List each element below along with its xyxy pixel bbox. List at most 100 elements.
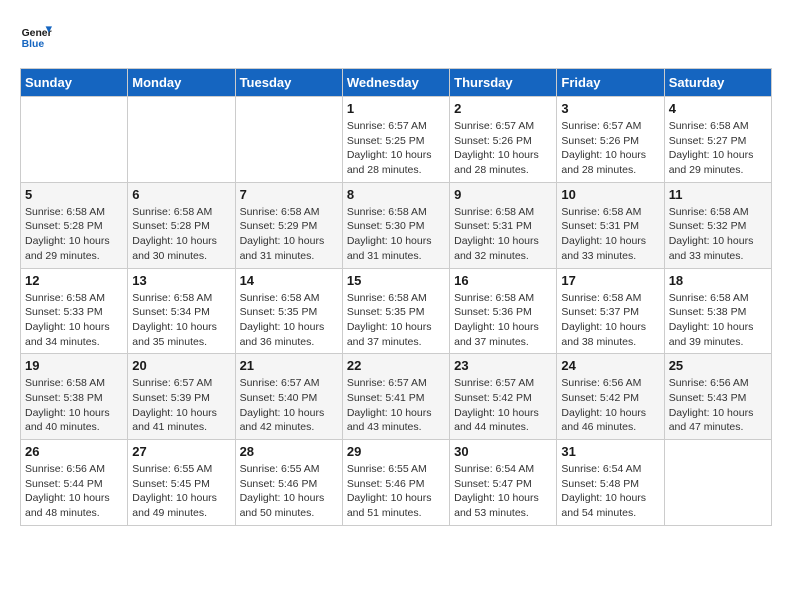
day-info: Sunrise: 6:58 AMSunset: 5:27 PMDaylight:… xyxy=(669,119,767,178)
day-info: Sunrise: 6:57 AMSunset: 5:40 PMDaylight:… xyxy=(240,376,338,435)
calendar-week-row: 19 Sunrise: 6:58 AMSunset: 5:38 PMDayligh… xyxy=(21,354,772,440)
day-info: Sunrise: 6:57 AMSunset: 5:41 PMDaylight:… xyxy=(347,376,445,435)
calendar-cell: 12Sunrise: 6:58 AMSunset: 5:33 PMDayligh… xyxy=(21,268,128,354)
calendar-cell xyxy=(235,97,342,183)
calendar-cell: 16 Sunrise: 6:58 AMSunset: 5:36 PMDayligh… xyxy=(450,268,557,354)
weekday-header: Saturday xyxy=(664,69,771,97)
day-info: Sunrise: 6:55 AMSunset: 5:46 PMDaylight:… xyxy=(240,462,338,521)
calendar-cell: 19 Sunrise: 6:58 AMSunset: 5:38 PMDayligh… xyxy=(21,354,128,440)
calendar-cell: 11 Sunrise: 6:58 AMSunset: 5:32 PMDayligh… xyxy=(664,182,771,268)
page-header: General Blue xyxy=(20,20,772,52)
day-info: Sunrise: 6:58 AMSunset: 5:35 PMDaylight:… xyxy=(240,291,338,350)
calendar-cell: 20 Sunrise: 6:57 AMSunset: 5:39 PMDayligh… xyxy=(128,354,235,440)
calendar-cell: 2 Sunrise: 6:57 AMSunset: 5:26 PMDaylight… xyxy=(450,97,557,183)
day-info: Sunrise: 6:57 AMSunset: 5:39 PMDaylight:… xyxy=(132,376,230,435)
day-number: 22 xyxy=(347,358,445,373)
day-number: 19 xyxy=(25,358,123,373)
day-info: Sunrise: 6:58 AMSunset: 5:35 PMDaylight:… xyxy=(347,291,445,350)
day-number: 5 xyxy=(25,187,123,202)
calendar-cell: 10 Sunrise: 6:58 AMSunset: 5:31 PMDayligh… xyxy=(557,182,664,268)
weekday-header: Monday xyxy=(128,69,235,97)
calendar-cell: 23 Sunrise: 6:57 AMSunset: 5:42 PMDayligh… xyxy=(450,354,557,440)
calendar-week-row: 26 Sunrise: 6:56 AMSunset: 5:44 PMDayligh… xyxy=(21,440,772,526)
day-number: 12 xyxy=(25,273,123,288)
day-info: Sunrise: 6:58 AMSunset: 5:31 PMDaylight:… xyxy=(561,205,659,264)
calendar-cell: 25 Sunrise: 6:56 AMSunset: 5:43 PMDayligh… xyxy=(664,354,771,440)
day-info: Sunrise: 6:58 AMSunset: 5:31 PMDaylight:… xyxy=(454,205,552,264)
day-number: 10 xyxy=(561,187,659,202)
day-info: Sunrise: 6:57 AMSunset: 5:26 PMDaylight:… xyxy=(561,119,659,178)
day-info: Sunrise: 6:56 AMSunset: 5:43 PMDaylight:… xyxy=(669,376,767,435)
weekday-header: Sunday xyxy=(21,69,128,97)
calendar-cell: 30 Sunrise: 6:54 AMSunset: 5:47 PMDayligh… xyxy=(450,440,557,526)
calendar-cell: 29Sunrise: 6:55 AMSunset: 5:46 PMDayligh… xyxy=(342,440,449,526)
day-info: Sunrise: 6:57 AMSunset: 5:42 PMDaylight:… xyxy=(454,376,552,435)
day-number: 15 xyxy=(347,273,445,288)
calendar-cell: 5Sunrise: 6:58 AMSunset: 5:28 PMDaylight… xyxy=(21,182,128,268)
day-number: 24 xyxy=(561,358,659,373)
calendar-cell: 9 Sunrise: 6:58 AMSunset: 5:31 PMDaylight… xyxy=(450,182,557,268)
day-number: 4 xyxy=(669,101,767,116)
calendar-cell: 22 Sunrise: 6:57 AMSunset: 5:41 PMDayligh… xyxy=(342,354,449,440)
calendar-cell: 3 Sunrise: 6:57 AMSunset: 5:26 PMDaylight… xyxy=(557,97,664,183)
day-info: Sunrise: 6:56 AMSunset: 5:44 PMDaylight:… xyxy=(25,462,123,521)
calendar-table: SundayMondayTuesdayWednesdayThursdayFrid… xyxy=(20,68,772,526)
day-number: 13 xyxy=(132,273,230,288)
calendar-cell xyxy=(664,440,771,526)
calendar-cell: 4 Sunrise: 6:58 AMSunset: 5:27 PMDaylight… xyxy=(664,97,771,183)
calendar-cell: 31Sunrise: 6:54 AMSunset: 5:48 PMDayligh… xyxy=(557,440,664,526)
day-number: 28 xyxy=(240,444,338,459)
calendar-cell: 13 Sunrise: 6:58 AMSunset: 5:34 PMDayligh… xyxy=(128,268,235,354)
day-info: Sunrise: 6:58 AMSunset: 5:38 PMDaylight:… xyxy=(25,376,123,435)
logo-icon: General Blue xyxy=(20,20,52,52)
day-number: 8 xyxy=(347,187,445,202)
day-info: Sunrise: 6:57 AMSunset: 5:25 PMDaylight:… xyxy=(347,119,445,178)
day-number: 26 xyxy=(25,444,123,459)
calendar-cell: 8 Sunrise: 6:58 AMSunset: 5:30 PMDaylight… xyxy=(342,182,449,268)
calendar-cell: 21 Sunrise: 6:57 AMSunset: 5:40 PMDayligh… xyxy=(235,354,342,440)
day-info: Sunrise: 6:57 AMSunset: 5:26 PMDaylight:… xyxy=(454,119,552,178)
day-info: Sunrise: 6:58 AMSunset: 5:36 PMDaylight:… xyxy=(454,291,552,350)
day-info: Sunrise: 6:58 AMSunset: 5:32 PMDaylight:… xyxy=(669,205,767,264)
weekday-header: Friday xyxy=(557,69,664,97)
day-number: 21 xyxy=(240,358,338,373)
calendar-cell: 1 Sunrise: 6:57 AMSunset: 5:25 PMDaylight… xyxy=(342,97,449,183)
day-info: Sunrise: 6:58 AMSunset: 5:30 PMDaylight:… xyxy=(347,205,445,264)
day-info: Sunrise: 6:54 AMSunset: 5:48 PMDaylight:… xyxy=(561,462,659,521)
calendar-cell xyxy=(128,97,235,183)
day-number: 20 xyxy=(132,358,230,373)
day-number: 16 xyxy=(454,273,552,288)
day-number: 25 xyxy=(669,358,767,373)
calendar-cell: 27 Sunrise: 6:55 AMSunset: 5:45 PMDayligh… xyxy=(128,440,235,526)
day-info: Sunrise: 6:58 AMSunset: 5:38 PMDaylight:… xyxy=(669,291,767,350)
day-number: 7 xyxy=(240,187,338,202)
day-number: 23 xyxy=(454,358,552,373)
calendar-cell: 15 Sunrise: 6:58 AMSunset: 5:35 PMDayligh… xyxy=(342,268,449,354)
day-info: Sunrise: 6:58 AMSunset: 5:28 PMDaylight:… xyxy=(132,205,230,264)
day-number: 9 xyxy=(454,187,552,202)
svg-text:Blue: Blue xyxy=(22,39,45,50)
day-info: Sunrise: 6:55 AMSunset: 5:45 PMDaylight:… xyxy=(132,462,230,521)
day-info: Sunrise: 6:58 AMSunset: 5:34 PMDaylight:… xyxy=(132,291,230,350)
day-number: 17 xyxy=(561,273,659,288)
logo: General Blue xyxy=(20,20,52,52)
day-number: 27 xyxy=(132,444,230,459)
day-number: 1 xyxy=(347,101,445,116)
calendar-cell xyxy=(21,97,128,183)
day-number: 11 xyxy=(669,187,767,202)
weekday-header: Tuesday xyxy=(235,69,342,97)
day-number: 3 xyxy=(561,101,659,116)
weekday-header: Thursday xyxy=(450,69,557,97)
calendar-week-row: 12Sunrise: 6:58 AMSunset: 5:33 PMDayligh… xyxy=(21,268,772,354)
day-info: Sunrise: 6:58 AMSunset: 5:37 PMDaylight:… xyxy=(561,291,659,350)
weekday-header: Wednesday xyxy=(342,69,449,97)
day-number: 29 xyxy=(347,444,445,459)
calendar-week-row: 1 Sunrise: 6:57 AMSunset: 5:25 PMDaylight… xyxy=(21,97,772,183)
day-number: 14 xyxy=(240,273,338,288)
day-number: 30 xyxy=(454,444,552,459)
calendar-cell: 26 Sunrise: 6:56 AMSunset: 5:44 PMDayligh… xyxy=(21,440,128,526)
day-info: Sunrise: 6:54 AMSunset: 5:47 PMDaylight:… xyxy=(454,462,552,521)
day-number: 2 xyxy=(454,101,552,116)
calendar-cell: 24 Sunrise: 6:56 AMSunset: 5:42 PMDayligh… xyxy=(557,354,664,440)
day-info: Sunrise: 6:56 AMSunset: 5:42 PMDaylight:… xyxy=(561,376,659,435)
